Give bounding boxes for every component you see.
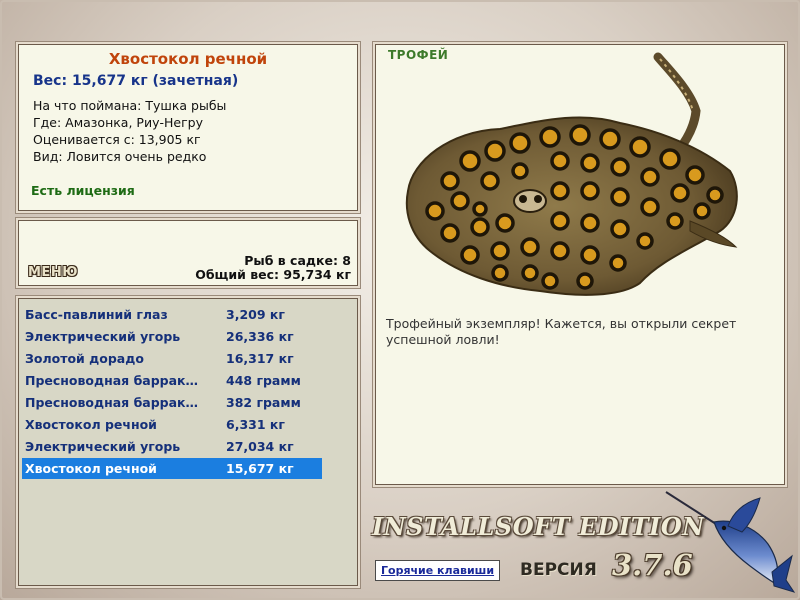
catch-row[interactable]: Хвостокол речной 15,677 кг [22,458,322,479]
catch-row-weight: 26,336 кг [226,329,294,344]
rarity-line: Вид: Ловится очень редко [33,149,207,164]
catch-row-name: Пресноводная барракуда [25,395,201,410]
fish-name: Хвостокол речной [108,50,268,68]
fish-count: Рыб в садке: 8 [244,253,351,268]
catch-row-name: Электрический угорь [25,439,181,454]
threshold-line: Оценивается с: 13,905 кг [33,132,201,147]
catch-row-name: Хвостокол речной [25,417,157,432]
hotkeys-button[interactable]: Горячие клавиши [375,560,501,581]
stingray-image [405,52,738,296]
catch-row-name: Электрический угорь [25,329,181,344]
catch-row[interactable]: Басс-павлиний глаз 3,209 кг [22,304,322,325]
catch-row-name: Золотой дорадо [25,351,144,366]
license-status: Есть лицензия [31,183,135,198]
catch-row-name: Хвостокол речной [25,461,157,476]
bait-line: На что поймана: Тушка рыбы [33,98,227,113]
catch-row-weight: 6,331 кг [226,417,285,432]
fish-details: На что поймана: Тушка рыбы Где: Амазонка… [33,97,357,165]
trophy-panel: ТРОФЕЙ Трофейный экземпляр! Кажется, вы … [375,44,785,485]
location-line: Где: Амазонка, Риу-Негру [33,115,203,130]
catch-row[interactable]: Электрический угорь 26,336 кг [22,326,322,347]
menu-panel: МЕНЮ Рыб в садке: 8 Общий вес: 95,734 кг [18,220,358,286]
catch-row-weight: 3,209 кг [226,307,285,322]
catch-row-weight: 16,317 кг [226,351,294,366]
marlin-image [665,491,796,593]
menu-button[interactable]: МЕНЮ [28,265,78,280]
catch-row-weight: 15,677 кг [226,461,294,476]
catch-row-name: Пресноводная барракуда [25,373,201,388]
edition-logo: INSTALLSOFT EDITION [372,512,705,541]
catch-row[interactable]: Золотой дорадо 16,317 кг [22,348,322,369]
catch-row[interactable]: Электрический угорь 27,034 кг [22,436,322,457]
total-weight: Общий вес: 95,734 кг [195,267,351,282]
catch-row-weight: 382 грамм [226,395,301,410]
catch-row[interactable]: Пресноводная барракуда 448 грамм [22,370,322,391]
fish-info-panel: Хвостокол речной Вес: 15,677 кг (зачетна… [18,44,358,211]
catch-row-weight: 27,034 кг [226,439,294,454]
fish-weight: Вес: 15,677 кг (зачетная) [33,73,239,89]
catch-row-name: Басс-павлиний глаз [25,307,168,322]
catch-row[interactable]: Хвостокол речной 6,331 кг [22,414,322,435]
trophy-description: Трофейный экземпляр! Кажется, вы открыли… [386,316,737,347]
catch-row-weight: 448 грамм [226,373,301,388]
version-label: ВЕРСИЯ [520,560,597,580]
catch-list: Басс-павлиний глаз 3,209 кг Электрический … [18,298,358,586]
catch-row[interactable]: Пресноводная барракуда 382 грамм [22,392,322,413]
